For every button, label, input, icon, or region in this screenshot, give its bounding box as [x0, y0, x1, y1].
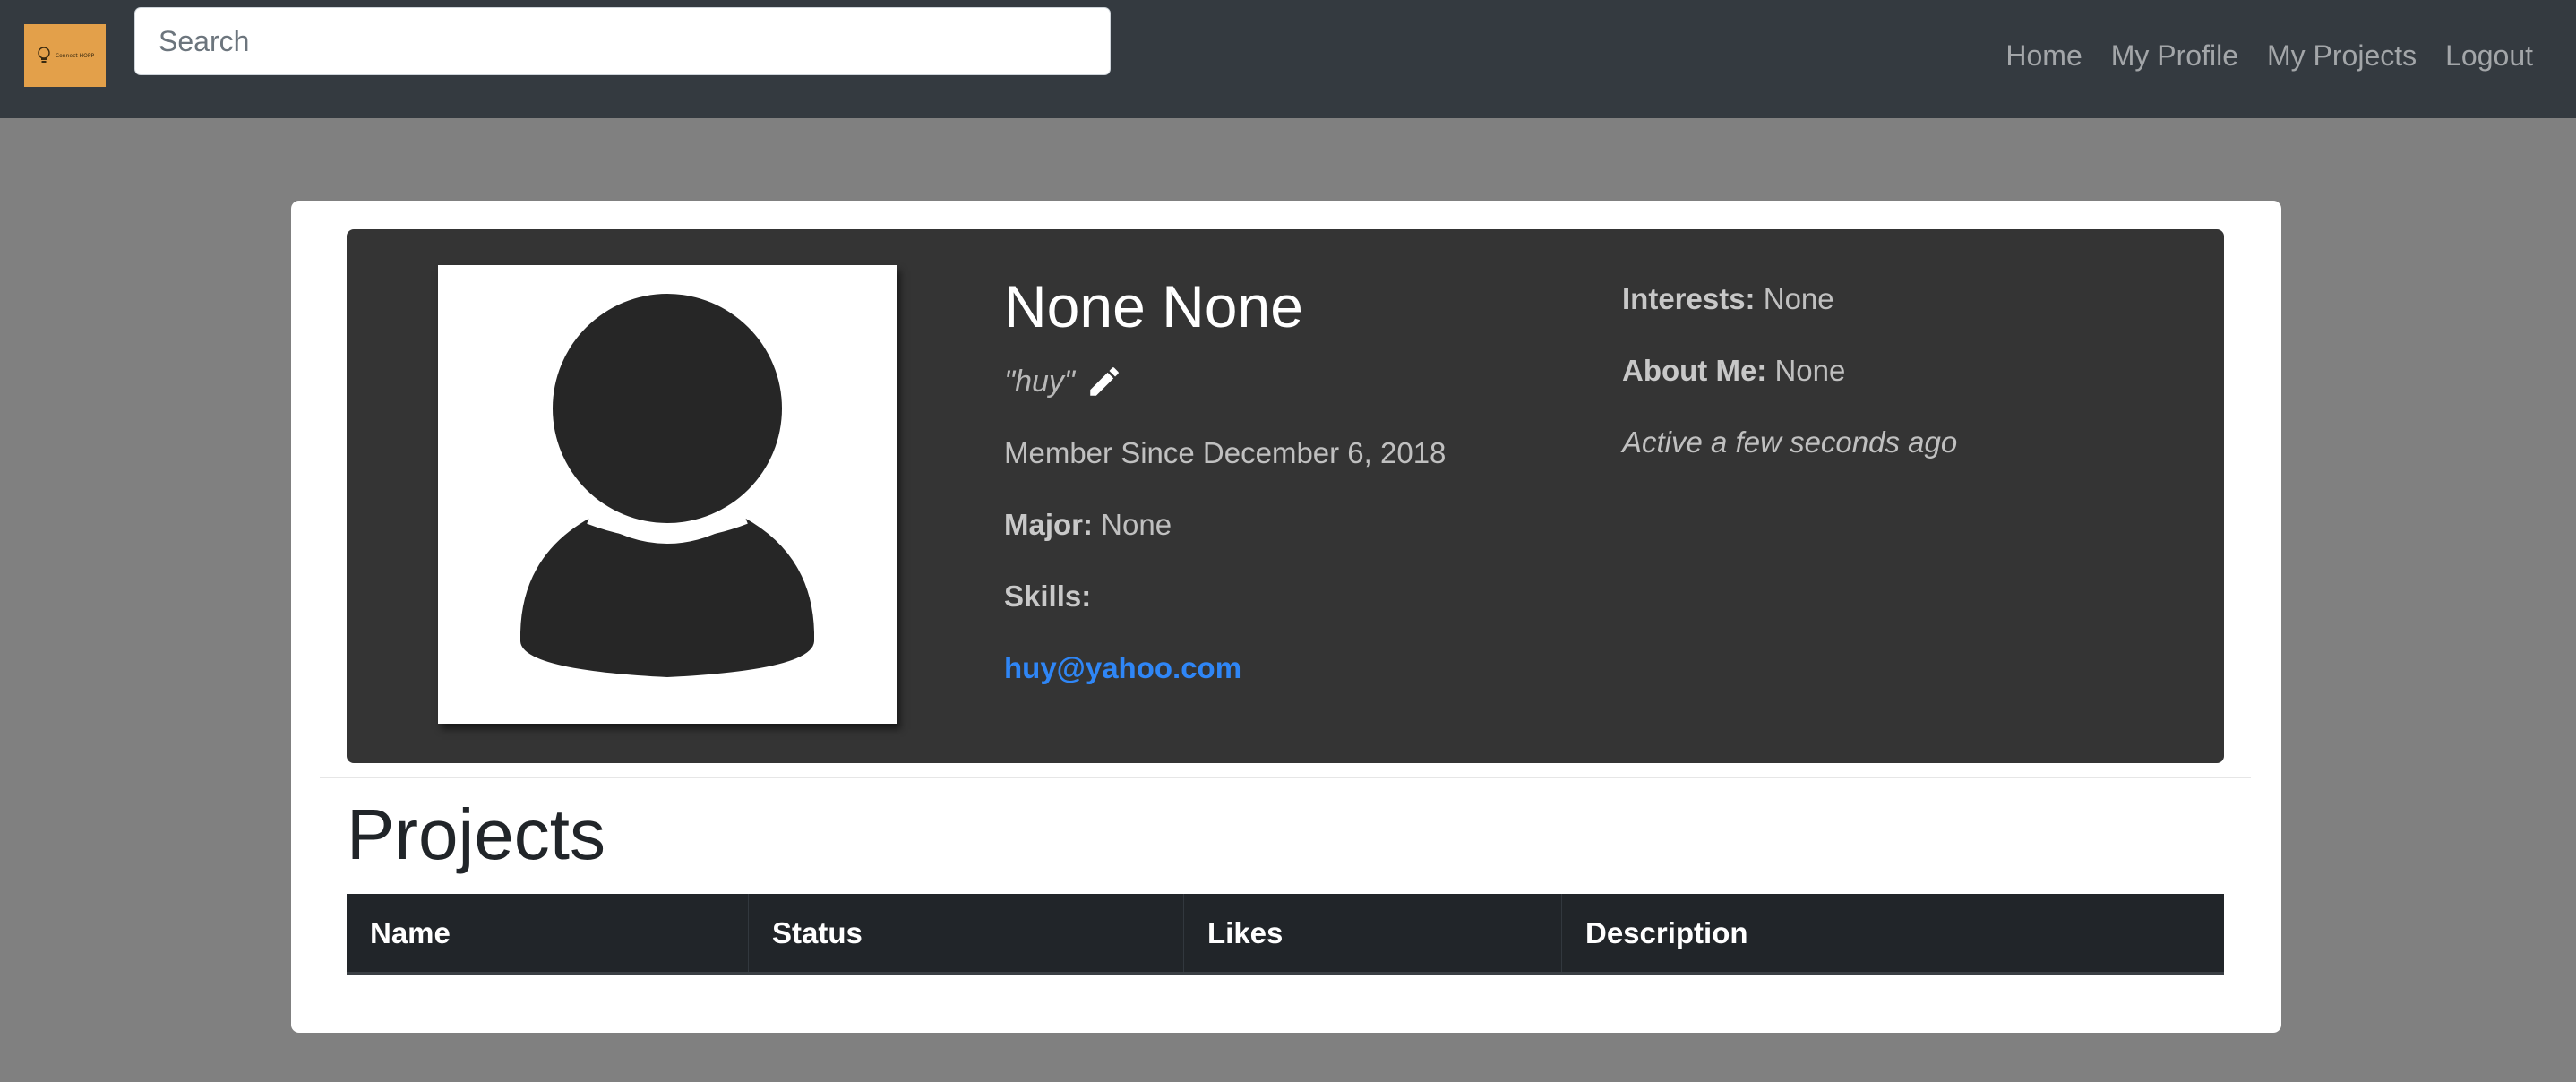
brand-text: Connect HOPP	[55, 52, 95, 59]
column-header-name[interactable]: Name	[347, 894, 749, 972]
brand-logo[interactable]: Connect HOPP	[24, 24, 106, 87]
nav-link-home[interactable]: Home	[2005, 36, 2082, 75]
member-since: Member Since December 6, 2018	[1004, 436, 1447, 469]
about-field: About Me: None	[1622, 351, 1845, 391]
avatar	[438, 265, 897, 724]
nav-links: Home My Profile My Projects Logout	[2005, 36, 2533, 75]
interests-value: None	[1755, 282, 1834, 315]
column-header-status[interactable]: Status	[749, 894, 1184, 972]
lightbulb-icon	[38, 47, 50, 63]
top-navbar: Connect HOPP Home My Profile My Projects…	[0, 0, 2576, 118]
major-field: Major: None	[1004, 505, 1172, 545]
about-value: None	[1766, 354, 1846, 387]
user-silhouette-icon	[520, 292, 814, 677]
nickname-row: "huy"	[1004, 362, 1123, 401]
nickname: "huy"	[1004, 365, 1075, 399]
nav-link-logout[interactable]: Logout	[2445, 36, 2533, 75]
column-header-likes[interactable]: Likes	[1184, 894, 1562, 972]
email-link[interactable]: huy@yahoo.com	[1004, 648, 1241, 688]
skills-label: Skills:	[1004, 580, 1092, 613]
nav-link-my-projects[interactable]: My Projects	[2267, 36, 2417, 75]
profile-name: None None	[1004, 273, 1303, 339]
interests-label: Interests:	[1622, 282, 1756, 315]
about-label: About Me:	[1622, 354, 1767, 387]
pencil-icon[interactable]	[1086, 363, 1123, 400]
search-input[interactable]	[134, 7, 1111, 75]
major-value: None	[1093, 508, 1172, 541]
projects-table: Name Status Likes Description	[347, 894, 2224, 975]
projects-heading: Projects	[347, 794, 605, 874]
major-label: Major:	[1004, 508, 1093, 541]
profile-panel: None None "huy" Member Since December 6,…	[347, 229, 2224, 763]
main-card: None None "huy" Member Since December 6,…	[291, 201, 2281, 1033]
column-header-description[interactable]: Description	[1562, 894, 2224, 972]
skills-field: Skills:	[1004, 577, 1091, 616]
active-status: Active a few seconds ago	[1622, 425, 1958, 459]
nav-link-my-profile[interactable]: My Profile	[2111, 36, 2238, 75]
interests-field: Interests: None	[1622, 279, 1834, 319]
divider	[320, 777, 2251, 778]
